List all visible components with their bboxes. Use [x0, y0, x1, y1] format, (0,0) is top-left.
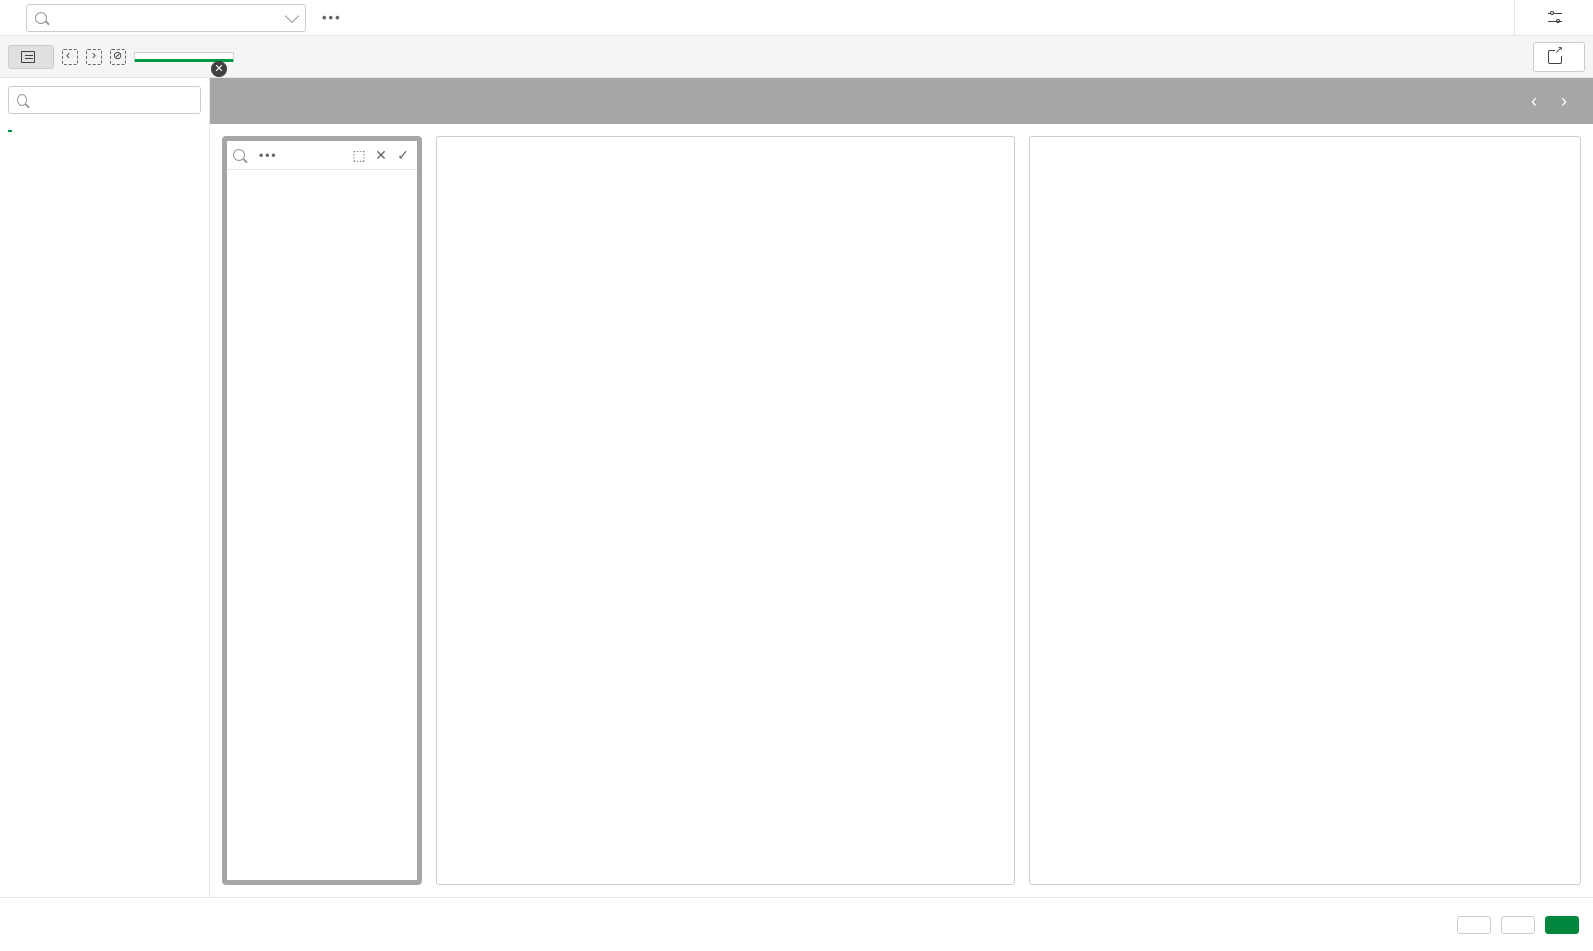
- sheet-panel: [0, 78, 210, 897]
- prev-sheet-icon[interactable]: ‹: [1521, 88, 1547, 114]
- chevron-down-icon[interactable]: [285, 8, 299, 22]
- divider: [1514, 0, 1515, 36]
- model-search-input[interactable]: [53, 9, 281, 26]
- search-icon: [17, 94, 27, 106]
- feature-panel-header: ••• ⬚ ✕ ✓: [227, 141, 417, 170]
- stage-header: ‹ ›: [210, 78, 1593, 124]
- selection-clear-icon[interactable]: [110, 49, 126, 65]
- search-icon: [35, 12, 47, 24]
- view-configuration-link[interactable]: [1533, 10, 1585, 26]
- top-navbar: •••: [0, 0, 1593, 36]
- footer: [0, 897, 1593, 951]
- feature-list: [227, 170, 417, 880]
- main-area: ‹ › ••• ⬚ ✕ ✓: [0, 78, 1593, 897]
- predictions-chart-card: [436, 136, 1015, 885]
- next-sheet-icon[interactable]: ›: [1551, 88, 1577, 114]
- stage-body: ••• ⬚ ✕ ✓: [210, 124, 1593, 897]
- selection-pill[interactable]: ✕: [134, 52, 234, 62]
- selection-forward-icon[interactable]: [86, 49, 102, 65]
- selection-back-icon[interactable]: [62, 49, 78, 65]
- sheet-search[interactable]: [8, 86, 201, 114]
- predictions-chart[interactable]: [449, 155, 1002, 866]
- deploy-button[interactable]: [1501, 916, 1535, 934]
- lasso-icon[interactable]: ⬚: [351, 147, 367, 163]
- stage: ‹ › ••• ⬚ ✕ ✓: [210, 78, 1593, 897]
- distribution-chart[interactable]: [1042, 155, 1568, 872]
- sliders-icon: [1547, 10, 1563, 26]
- view-configuration-button[interactable]: [1545, 916, 1579, 934]
- delete-button[interactable]: [1457, 916, 1491, 934]
- close-icon[interactable]: ✕: [211, 61, 227, 77]
- sheet-group-label[interactable]: [8, 122, 12, 132]
- sheet-icon: [21, 51, 35, 63]
- search-icon[interactable]: [233, 149, 245, 161]
- sheet-search-input[interactable]: [33, 92, 192, 108]
- confirm-icon[interactable]: ✓: [395, 147, 411, 163]
- distribution-chart-card: [1029, 136, 1581, 885]
- model-search-combo[interactable]: [26, 4, 306, 32]
- feature-filter-panel: ••• ⬚ ✕ ✓: [222, 136, 422, 885]
- sheets-button[interactable]: [8, 45, 54, 69]
- export-icon: [1548, 50, 1562, 64]
- sheet-toolbar: ✕: [0, 36, 1593, 78]
- export-data-button[interactable]: [1533, 42, 1585, 72]
- more-actions-icon[interactable]: •••: [322, 10, 342, 25]
- close-icon[interactable]: ✕: [373, 147, 389, 163]
- more-icon[interactable]: •••: [259, 148, 278, 162]
